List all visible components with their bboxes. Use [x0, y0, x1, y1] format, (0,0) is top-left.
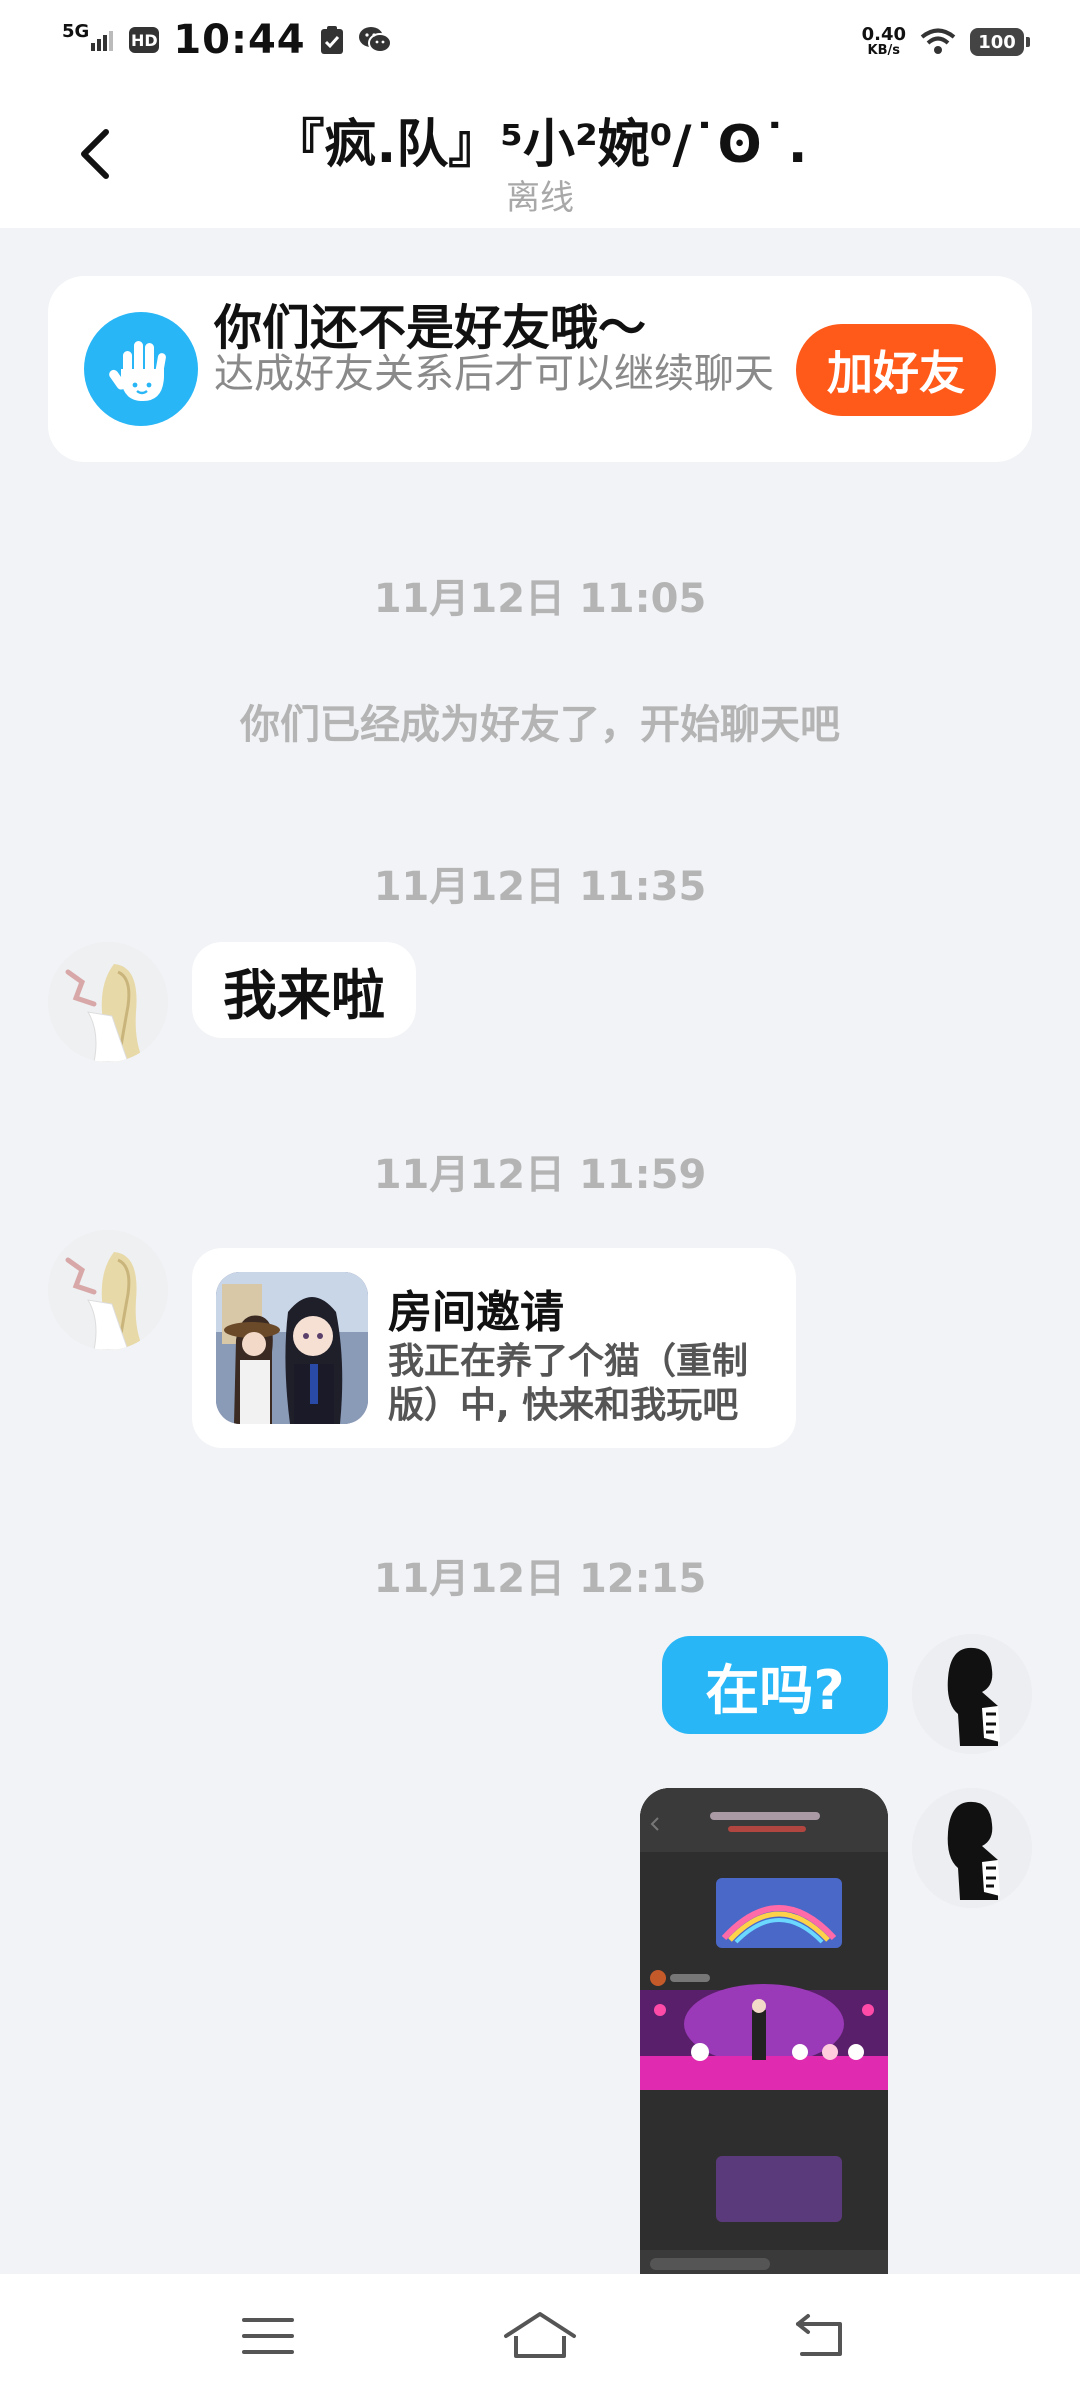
- menu-icon: [242, 2318, 294, 2354]
- wifi-icon: [920, 28, 956, 54]
- task-check-icon: [320, 26, 343, 54]
- clock: 10:44: [173, 17, 306, 63]
- net-speed-value: 0.40: [861, 24, 906, 45]
- network-indicator: 5G: [62, 23, 115, 51]
- menu-button[interactable]: [238, 2306, 298, 2366]
- home-button[interactable]: [502, 2306, 578, 2366]
- banner-title: 你们还不是好友哦～: [214, 300, 647, 356]
- status-left: 5G HD 10:44: [62, 14, 392, 66]
- home-icon: [504, 2312, 576, 2358]
- banner-description: 达成好友关系后才可以继续聊天: [214, 351, 774, 397]
- status-bar: 5G HD 10:44 0.40 KB/s 100: [0, 0, 1080, 80]
- signal-icon: [91, 31, 114, 51]
- my-avatar[interactable]: [912, 1634, 1032, 1754]
- timestamp: 11月12日 11:35: [373, 864, 707, 910]
- status-right: 0.40 KB/s 100: [862, 18, 1030, 66]
- timestamp: 11月12日 11:59: [373, 1152, 707, 1198]
- message-bubble-incoming[interactable]: 我来啦: [192, 942, 416, 1038]
- hd-badge: HD: [129, 27, 160, 53]
- return-icon: [796, 2314, 842, 2356]
- message-text: 在吗?: [705, 1658, 845, 1722]
- net-speed: 0.40 KB/s: [862, 26, 906, 58]
- add-friend-banner: 你们还不是好友哦～ 达成好友关系后才可以继续聊天 加好友: [48, 276, 1032, 462]
- net-speed-unit: KB/s: [867, 43, 901, 58]
- invite-thumbnail: [216, 1272, 368, 1424]
- contact-name: 『疯.队』⁵小²婉⁰/˙ʘ˙.: [272, 115, 808, 175]
- timestamp: 11月12日 11:05: [373, 576, 707, 622]
- back-nav-button[interactable]: [790, 2306, 850, 2366]
- contact-status: 离线: [506, 178, 574, 218]
- message-text: 我来啦: [223, 963, 385, 1027]
- hand-wave-icon: [84, 312, 198, 426]
- wechat-icon: [358, 27, 392, 53]
- contact-avatar[interactable]: [48, 942, 168, 1062]
- invite-title: 房间邀请: [388, 1287, 564, 1338]
- invite-description: 我正在养了个猫（重制版）中, 快来和我玩吧: [388, 1341, 749, 1426]
- contact-avatar[interactable]: [48, 1230, 168, 1350]
- chat-header: 『疯.队』⁵小²婉⁰/˙ʘ˙. 离线: [0, 80, 1080, 228]
- system-message: 你们已经成为好友了，开始聊天吧: [240, 702, 840, 748]
- image-message[interactable]: [640, 1788, 888, 2278]
- room-invite-card[interactable]: 房间邀请 我正在养了个猫（重制版）中, 快来和我玩吧: [192, 1248, 796, 1448]
- system-nav-bar: [0, 2274, 1080, 2400]
- battery-indicator: 100: [970, 28, 1030, 56]
- timestamp: 11月12日 12:15: [373, 1556, 707, 1602]
- message-bubble-outgoing[interactable]: 在吗?: [662, 1636, 888, 1734]
- my-avatar[interactable]: [912, 1788, 1032, 1908]
- network-label: 5G: [62, 21, 90, 42]
- add-friend-button[interactable]: 加好友: [796, 324, 996, 416]
